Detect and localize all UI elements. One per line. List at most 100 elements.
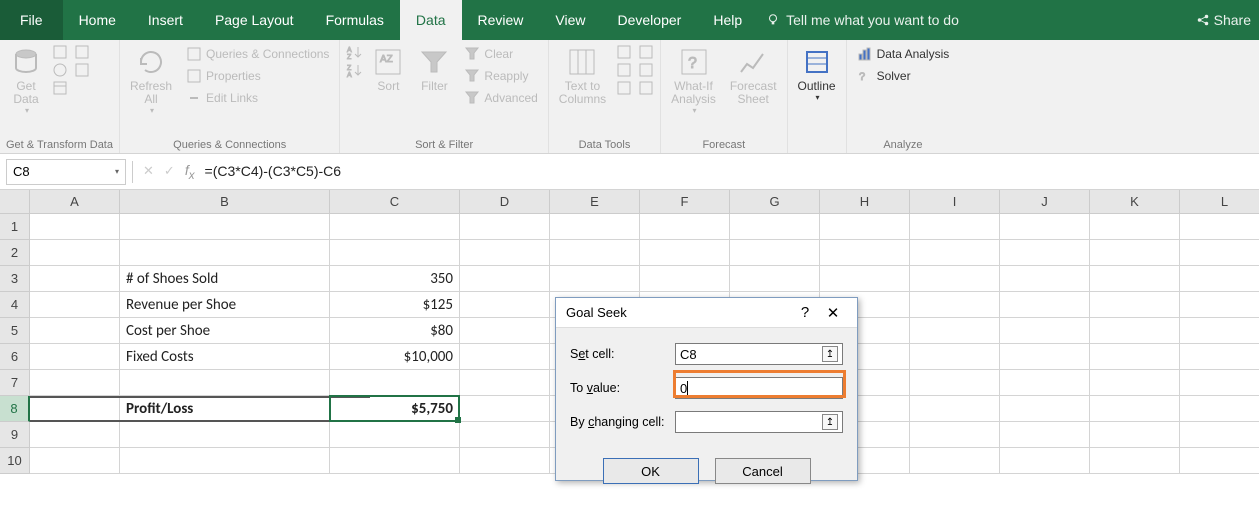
cell-D4[interactable]	[460, 292, 550, 318]
column-header-A[interactable]: A	[30, 190, 120, 214]
cell-K5[interactable]	[1090, 318, 1180, 344]
cell-A5[interactable]	[30, 318, 120, 344]
cell-A8[interactable]	[30, 396, 120, 422]
row-header-1[interactable]: 1	[0, 214, 30, 240]
to-value-input[interactable]: 0	[675, 377, 843, 399]
cell-J2[interactable]	[1000, 240, 1090, 266]
cell-J7[interactable]	[1000, 370, 1090, 396]
sort-asc-icon[interactable]: AZ	[346, 44, 362, 60]
cell-J1[interactable]	[1000, 214, 1090, 240]
cell-L6[interactable]	[1180, 344, 1259, 370]
cell-K9[interactable]	[1090, 422, 1180, 448]
cell-K3[interactable]	[1090, 266, 1180, 292]
from-table-icon[interactable]	[52, 80, 68, 96]
tab-home[interactable]: Home	[63, 0, 132, 40]
dialog-close-button[interactable]: ✕	[819, 304, 847, 322]
cell-L5[interactable]	[1180, 318, 1259, 344]
cell-D2[interactable]	[460, 240, 550, 266]
cell-D8[interactable]	[460, 396, 550, 422]
formula-input[interactable]	[205, 163, 1249, 179]
from-web-icon[interactable]	[52, 62, 68, 78]
cell-E1[interactable]	[550, 214, 640, 240]
cell-L8[interactable]	[1180, 396, 1259, 422]
cell-I1[interactable]	[910, 214, 1000, 240]
cell-K4[interactable]	[1090, 292, 1180, 318]
cell-E2[interactable]	[550, 240, 640, 266]
cell-H1[interactable]	[820, 214, 910, 240]
set-cell-input[interactable]: C8↥	[675, 343, 843, 365]
column-header-D[interactable]: D	[460, 190, 550, 214]
remove-duplicates-icon[interactable]	[616, 62, 632, 78]
cell-J4[interactable]	[1000, 292, 1090, 318]
cell-A7[interactable]	[30, 370, 120, 396]
cell-D5[interactable]	[460, 318, 550, 344]
cell-L3[interactable]	[1180, 266, 1259, 292]
cell-J9[interactable]	[1000, 422, 1090, 448]
data-analysis-button[interactable]: Data Analysis	[853, 44, 954, 64]
tab-developer[interactable]: Developer	[602, 0, 698, 40]
tab-file[interactable]: File	[0, 0, 63, 40]
column-header-H[interactable]: H	[820, 190, 910, 214]
accept-formula-icon[interactable]: ✓	[164, 163, 175, 179]
cell-B5[interactable]: Cost per Shoe	[120, 318, 330, 344]
clear-filter-button[interactable]: Clear	[460, 44, 541, 64]
cell-C9[interactable]	[330, 422, 460, 448]
name-box[interactable]: C8▾	[6, 159, 126, 185]
cell-E3[interactable]	[550, 266, 640, 292]
ok-button[interactable]: OK	[603, 458, 699, 484]
tab-help[interactable]: Help	[697, 0, 758, 40]
cell-J5[interactable]	[1000, 318, 1090, 344]
sort-button[interactable]: AZSort	[368, 44, 408, 95]
outline-button[interactable]: Outline▾	[794, 44, 840, 104]
row-header-6[interactable]: 6	[0, 344, 30, 370]
cell-K7[interactable]	[1090, 370, 1180, 396]
select-all-corner[interactable]	[0, 190, 30, 214]
data-validation-icon[interactable]	[616, 80, 632, 96]
cell-L9[interactable]	[1180, 422, 1259, 448]
cell-D7[interactable]	[460, 370, 550, 396]
what-if-analysis-button[interactable]: ?What-If Analysis▾	[667, 44, 720, 117]
column-header-B[interactable]: B	[120, 190, 330, 214]
by-changing-cell-input[interactable]: ↥	[675, 411, 843, 433]
row-header-8[interactable]: 8	[0, 396, 30, 422]
cell-A4[interactable]	[30, 292, 120, 318]
row-header-5[interactable]: 5	[0, 318, 30, 344]
queries-connections-button[interactable]: Queries & Connections	[182, 44, 333, 64]
cancel-button[interactable]: Cancel	[715, 458, 811, 484]
tab-insert[interactable]: Insert	[132, 0, 199, 40]
cell-D1[interactable]	[460, 214, 550, 240]
cell-B2[interactable]	[120, 240, 330, 266]
insert-function-button[interactable]: fx	[185, 162, 195, 182]
column-header-L[interactable]: L	[1180, 190, 1259, 214]
cell-A9[interactable]	[30, 422, 120, 448]
cell-A6[interactable]	[30, 344, 120, 370]
reapply-button[interactable]: Reapply	[460, 66, 541, 86]
cell-C6[interactable]: $10,000	[330, 344, 460, 370]
get-data-button[interactable]: Get Data▾	[6, 44, 46, 117]
relationships-icon[interactable]	[638, 62, 654, 78]
column-header-K[interactable]: K	[1090, 190, 1180, 214]
cell-L10[interactable]	[1180, 448, 1259, 474]
cell-C3[interactable]: 350	[330, 266, 460, 292]
consolidate-icon[interactable]	[638, 44, 654, 60]
dialog-help-button[interactable]: ?	[791, 304, 819, 321]
cell-C1[interactable]	[330, 214, 460, 240]
from-text-icon[interactable]	[52, 44, 68, 60]
cell-L7[interactable]	[1180, 370, 1259, 396]
cell-D9[interactable]	[460, 422, 550, 448]
cell-J3[interactable]	[1000, 266, 1090, 292]
cell-A2[interactable]	[30, 240, 120, 266]
properties-button[interactable]: Properties	[182, 66, 333, 86]
cell-A10[interactable]	[30, 448, 120, 474]
cell-K8[interactable]	[1090, 396, 1180, 422]
row-header-10[interactable]: 10	[0, 448, 30, 474]
collapse-dialog-icon[interactable]: ↥	[822, 346, 838, 362]
tab-data[interactable]: Data	[400, 0, 462, 40]
cell-B10[interactable]	[120, 448, 330, 474]
share-button[interactable]: Share	[1196, 0, 1259, 40]
cell-I4[interactable]	[910, 292, 1000, 318]
row-header-9[interactable]: 9	[0, 422, 30, 448]
advanced-filter-button[interactable]: Advanced	[460, 88, 541, 108]
edit-links-button[interactable]: Edit Links	[182, 88, 333, 108]
cell-D3[interactable]	[460, 266, 550, 292]
